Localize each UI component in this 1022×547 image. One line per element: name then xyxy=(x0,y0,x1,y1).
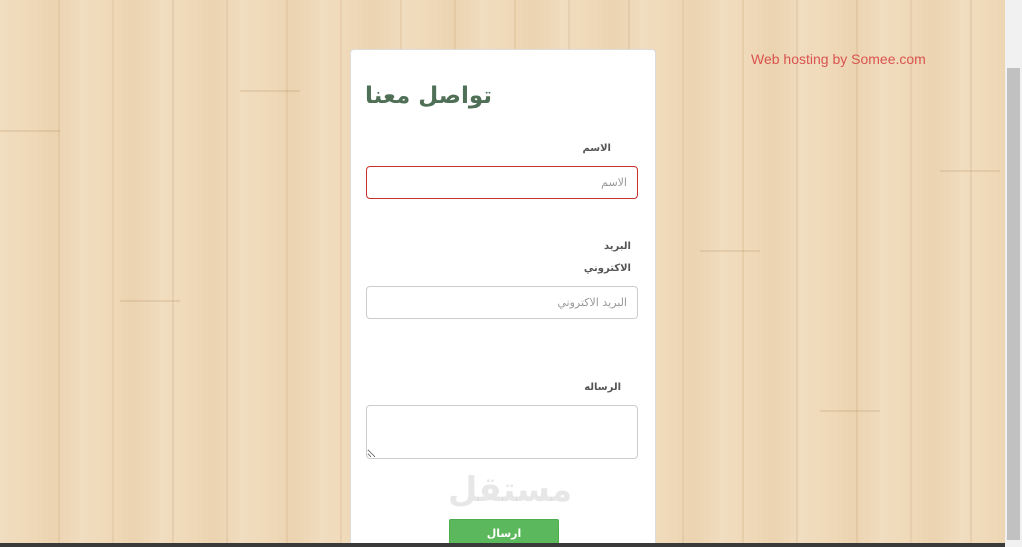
form-title: تواصل معنا xyxy=(365,83,492,109)
name-label: الاسم xyxy=(582,143,611,154)
contact-form-card: تواصل معنا الاسم البريد الاكتروني الرسال… xyxy=(350,49,656,547)
wood-seam xyxy=(940,170,1000,172)
email-input[interactable] xyxy=(366,286,638,319)
wood-seam xyxy=(120,300,180,302)
scrollbar-thumb[interactable] xyxy=(1007,68,1020,540)
wood-seam xyxy=(0,130,60,132)
name-input[interactable] xyxy=(366,166,638,199)
message-textarea[interactable] xyxy=(366,405,638,459)
page-background: { "hosting": { "text": "Web hosting by S… xyxy=(0,0,1022,547)
wood-seam xyxy=(700,250,760,252)
email-label: البريد الاكتروني xyxy=(571,236,631,280)
wood-seam xyxy=(820,410,880,412)
wood-seam xyxy=(240,90,300,92)
hosting-link[interactable]: Web hosting by Somee.com xyxy=(751,51,926,67)
email-label-line1: البريد xyxy=(603,241,631,252)
bottom-edge-bar xyxy=(0,543,1005,547)
email-label-line2: الاكتروني xyxy=(583,263,631,274)
message-label: الرساله xyxy=(584,382,621,393)
